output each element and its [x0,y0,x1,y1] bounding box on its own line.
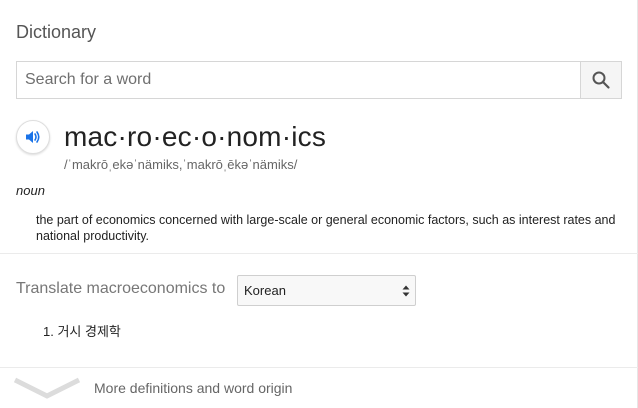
section-divider [0,253,638,254]
more-definitions-link[interactable]: More definitions and word origin [0,368,638,408]
definition-text: the part of economics concerned with lar… [36,213,616,243]
card-title: Dictionary [16,22,97,42]
search-button[interactable] [580,62,621,98]
search-icon [592,71,610,89]
more-definitions-label: More definitions and word origin [94,380,293,396]
search-input[interactable] [17,62,581,98]
language-select[interactable]: Korean [237,275,416,306]
translate-label: Translate macroeconomics to [16,280,226,297]
pronunciation-text: /ˈmakrōˌekəˈnämiks,ˈmakrōˌēkəˈnämiks/ [64,157,298,172]
pronunciation-audio-button[interactable] [16,120,50,154]
speaker-icon [26,131,40,143]
search-box [16,61,622,99]
updown-arrows-icon [402,285,410,297]
headword: mac·ro·ec·o·nom·ics [64,121,327,152]
dictionary-card: Dictionary mac·ro·ec·o·nom·ics /ˈmakrōˌe… [0,0,638,408]
language-select-value: Korean [244,283,286,298]
translation-result: 1. 거시 경제학 [43,324,121,339]
part-of-speech: noun [16,183,45,198]
chevron-down-icon [14,377,80,399]
